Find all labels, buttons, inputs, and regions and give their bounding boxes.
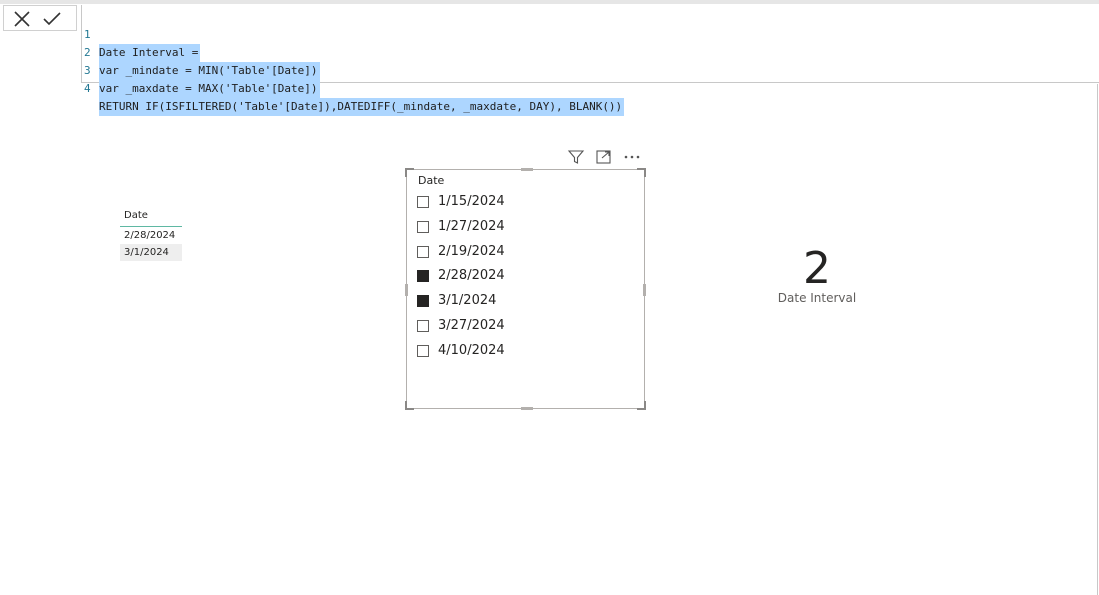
resize-handle[interactable] — [643, 284, 646, 296]
resize-corner[interactable] — [405, 401, 414, 410]
date-slicer[interactable]: Date 1/15/2024 1/27/2024 2/19/2024 2/28/202… — [405, 168, 646, 410]
more-options-icon[interactable] — [622, 148, 642, 166]
code-line: 2 var _mindate = MIN('Table'[Date]) — [82, 26, 320, 80]
slicer-checkbox[interactable] — [417, 320, 429, 332]
code-line: 4 RETURN IF(ISFILTERED('Table'[Date]),DA… — [82, 62, 625, 116]
slicer-item[interactable]: 4/10/2024 — [417, 343, 617, 361]
code-line: 1 Date Interval = — [82, 8, 201, 62]
canvas-border — [1097, 84, 1098, 595]
slicer-item-label: 3/27/2024 — [438, 318, 505, 333]
slicer-item-label: 2/19/2024 — [438, 243, 505, 259]
formula-action-buttons — [3, 5, 77, 31]
card-label: Date Interval — [777, 291, 857, 305]
slicer-item[interactable]: 3/1/2024 — [417, 293, 617, 311]
slicer-item-label: 1/15/2024 — [438, 194, 505, 209]
code-line: 3 var _maxdate = MAX('Table'[Date]) — [82, 44, 320, 98]
slicer-item[interactable]: 1/27/2024 — [417, 219, 617, 237]
slicer-checkbox[interactable] — [417, 245, 429, 258]
slicer-item[interactable]: 2/28/2024 — [417, 268, 617, 286]
slicer-checkbox[interactable] — [417, 220, 429, 233]
slicer-item-label: 4/10/2024 — [438, 342, 505, 358]
slicer-item-label: 3/1/2024 — [438, 293, 497, 309]
resize-handle[interactable] — [521, 168, 533, 171]
table-row[interactable]: 2/28/2024 — [120, 227, 182, 244]
checkmark-icon[interactable] — [42, 9, 62, 29]
slicer-item-label: 1/27/2024 — [438, 218, 505, 234]
resize-corner[interactable] — [405, 168, 414, 177]
slicer-title: Date — [418, 174, 445, 187]
slicer-item[interactable]: 2/19/2024 — [417, 244, 617, 262]
slicer-checkbox[interactable] — [417, 196, 429, 208]
code-text: var _maxdate = MAX('Table'[Date]) — [99, 80, 320, 98]
slicer-header-icons — [564, 148, 644, 166]
date-interval-card[interactable]: 2 Date Interval — [740, 243, 894, 305]
resize-corner[interactable] — [637, 401, 646, 410]
resize-handle[interactable] — [521, 407, 533, 410]
dax-formula-editor[interactable]: 1 Date Interval = 2 var _mindate = MIN('… — [81, 5, 1099, 116]
table-row[interactable]: 3/1/2024 — [120, 244, 182, 261]
focus-mode-icon[interactable] — [594, 148, 614, 166]
filter-icon[interactable] — [566, 148, 586, 166]
slicer-item[interactable]: 1/15/2024 — [417, 194, 617, 212]
code-text: RETURN IF(ISFILTERED('Table'[Date]),DATE… — [99, 98, 625, 116]
slicer-item[interactable]: 3/27/2024 — [417, 318, 617, 336]
close-icon[interactable] — [12, 9, 32, 29]
resize-corner[interactable] — [637, 168, 646, 177]
card-value: 2 — [803, 243, 831, 294]
slicer-checkbox[interactable] — [417, 270, 429, 283]
code-text: var _mindate = MIN('Table'[Date]) — [99, 62, 320, 80]
resize-handle[interactable] — [405, 284, 408, 296]
slicer-item-label: 2/28/2024 — [438, 268, 505, 284]
top-border — [0, 0, 1099, 4]
code-text: Date Interval = — [99, 44, 201, 62]
slicer-checkbox[interactable] — [417, 295, 429, 308]
table-column-header[interactable]: Date — [120, 208, 182, 227]
slicer-checkbox[interactable] — [417, 344, 429, 357]
date-table-visual[interactable]: Date 2/28/2024 3/1/2024 — [120, 208, 182, 261]
line-number: 4 — [84, 82, 91, 95]
